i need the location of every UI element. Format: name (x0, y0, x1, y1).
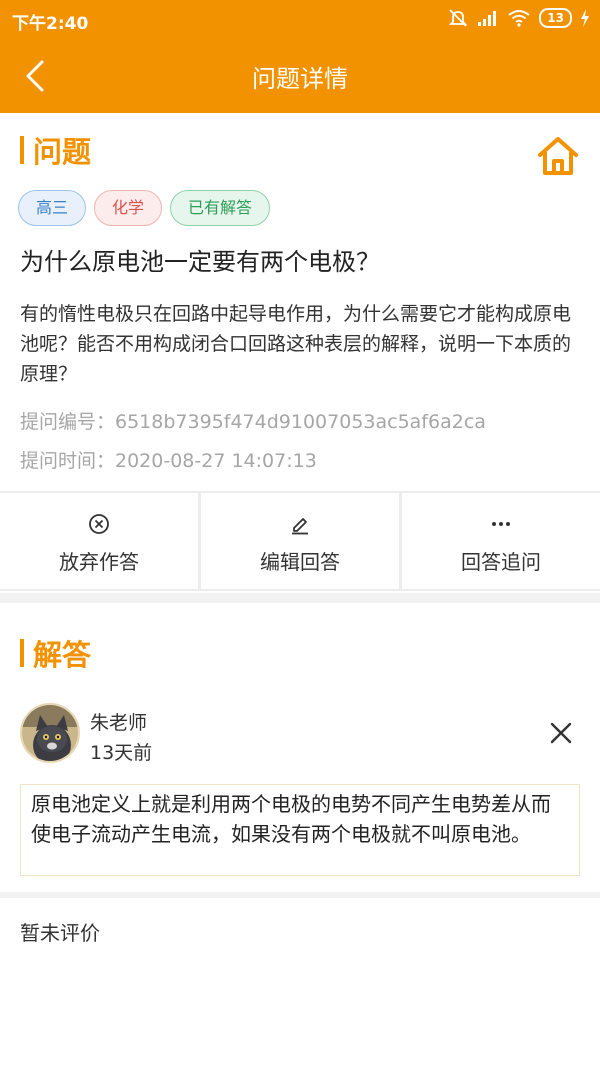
question-heading-label: 问题 (33, 135, 92, 169)
wifi-icon (508, 10, 530, 27)
tag-grade: 高三 (18, 190, 87, 226)
heading-bar (20, 639, 24, 667)
answer-content: 原电池定义上就是利用两个电极的电势不同产生电势差从而使电子流动产生电流，如果没有… (20, 784, 580, 876)
status-time: 下午2:40 (12, 14, 89, 34)
answer-heading-label: 解答 (33, 638, 92, 672)
status-bar: 下午2:40 13 (0, 0, 600, 40)
cat-avatar-image (22, 705, 78, 761)
rating-divider (0, 892, 600, 898)
teacher-name: 朱老师 (90, 712, 148, 734)
abandon-answer-label: 放弃作答 (59, 550, 139, 574)
more-dots-icon (492, 522, 510, 526)
home-icon[interactable] (536, 135, 580, 177)
reply-followup-button[interactable]: 回答追问 (402, 493, 600, 589)
tag-subject: 化学 (94, 190, 163, 226)
pencil-icon (292, 518, 308, 535)
answer-heading: 解答 (20, 636, 91, 672)
question-time: 提问时间：2020-08-27 14:07:13 (20, 450, 317, 472)
rating-status: 暂未评价 (20, 921, 100, 945)
mute-icon (449, 9, 468, 27)
reply-followup-label: 回答追问 (461, 550, 541, 574)
tag-list: 高三 化学 已有解答 (18, 190, 271, 226)
section-divider (0, 593, 600, 603)
abandon-answer-button[interactable]: 放弃作答 (0, 493, 198, 589)
action-bar: 放弃作答 编辑回答 回答追问 (0, 491, 600, 591)
battery-level: 13 (547, 11, 564, 25)
tag-status: 已有解答 (170, 190, 271, 226)
question-heading: 问题 (20, 133, 91, 169)
charging-icon (581, 9, 589, 27)
question-title: 为什么原电池一定要有两个电极？ (20, 248, 380, 276)
circle-x-icon (89, 514, 109, 534)
heading-bar (20, 136, 24, 164)
edit-answer-button[interactable]: 编辑回答 (201, 493, 399, 589)
avatar (20, 703, 80, 763)
close-icon[interactable] (546, 718, 576, 748)
signal-icon (478, 11, 497, 26)
battery-icon: 13 (539, 8, 572, 28)
nav-bar: 问题详情 (0, 40, 600, 113)
answer-posted-time: 13天前 (90, 742, 153, 764)
status-icons: 13 (447, 8, 590, 28)
question-id: 提问编号：6518b7395f474d91007053ac5af6a2ca (20, 411, 486, 433)
page-title: 问题详情 (252, 65, 348, 93)
edit-answer-label: 编辑回答 (260, 550, 340, 574)
question-body: 有的惰性电极只在回路中起导电作用，为什么需要它才能构成原电池呢？能否不用构成闭合… (20, 303, 572, 385)
